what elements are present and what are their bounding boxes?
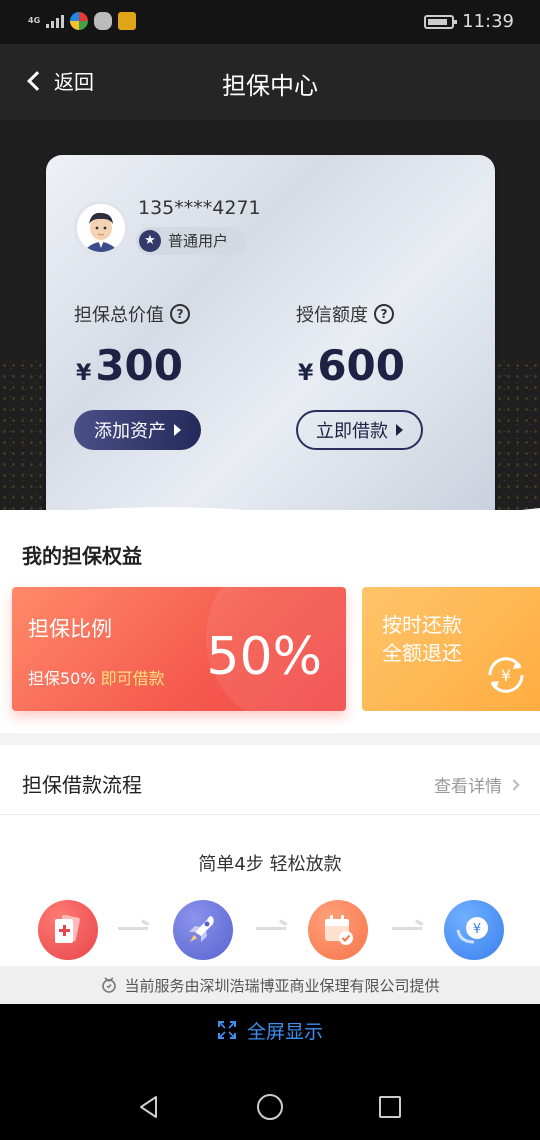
sim-card-icon xyxy=(118,12,137,30)
ratio-value: 50% xyxy=(206,627,322,687)
yen-coin-icon: ¥ xyxy=(444,900,504,960)
app-notification-icon xyxy=(70,12,89,30)
add-asset-button[interactable]: 添加资产 xyxy=(74,410,201,450)
guarantee-ratio-card[interactable]: 担保比例 担保50% 即可借款 50% xyxy=(12,587,346,711)
system-nav-bar xyxy=(0,1056,540,1140)
nav-back-icon[interactable] xyxy=(136,1094,162,1120)
expand-icon xyxy=(217,1021,236,1039)
guarantee-value-number: 300 xyxy=(95,341,183,390)
clock: 11:39 xyxy=(462,11,514,32)
status-right: 11:39 xyxy=(424,11,514,32)
caret-right-icon xyxy=(396,424,403,436)
yen-refund-icon: ¥ xyxy=(488,657,524,693)
guarantee-value-label-text: 担保总价值 xyxy=(74,305,164,326)
borrow-now-button[interactable]: 立即借款 xyxy=(296,410,423,450)
repay-line1: 按时还款 xyxy=(382,613,462,637)
credit-limit-label: 授信额度 ? xyxy=(296,301,394,327)
nav-recent-icon[interactable] xyxy=(379,1096,401,1118)
user-phone: 135****4271 xyxy=(138,197,261,219)
guarantee-value-label: 担保总价值 ? xyxy=(74,301,190,327)
arrow-right-icon xyxy=(392,927,422,930)
user-level-label: 普通用户 xyxy=(168,232,229,250)
borrow-now-label: 立即借款 xyxy=(316,421,388,442)
divider xyxy=(0,814,540,815)
user-level-badge: ★ 普通用户 xyxy=(136,227,247,255)
repay-line2: 全额退还 xyxy=(382,641,462,665)
svg-text:¥: ¥ xyxy=(501,666,511,685)
nav-home-icon[interactable] xyxy=(257,1094,283,1120)
add-asset-label: 添加资产 xyxy=(94,421,166,442)
ratio-sub-highlight: 即可借款 xyxy=(100,669,165,688)
help-icon[interactable]: ? xyxy=(170,304,190,324)
status-left: 4G xyxy=(28,12,137,30)
rocket-icon xyxy=(173,900,233,960)
wechat-icon xyxy=(94,12,113,30)
section-divider xyxy=(0,733,540,745)
star-icon: ★ xyxy=(139,230,161,252)
user-avatar-icon xyxy=(77,204,125,252)
content-area: 我的担保权益 担保比例 担保50% 即可借款 50% 按时还款 全额退还 ¥ 担… xyxy=(0,510,540,1004)
status-bar: 4G 11:39 xyxy=(0,0,540,44)
app-header: 返回 担保中心 xyxy=(0,44,540,120)
help-icon[interactable]: ? xyxy=(374,304,394,324)
flow-title: 担保借款流程 xyxy=(22,773,142,797)
steps-caption: 简单4步 轻松放款 xyxy=(198,854,342,875)
provider-text: 当前服务由深圳浩瑞博亚商业保理有限公司提供 xyxy=(124,976,440,995)
view-details-label: 查看详情 xyxy=(434,777,502,797)
view-details-link[interactable]: 查看详情 xyxy=(434,772,520,797)
battery-icon xyxy=(424,14,458,29)
arrow-right-icon xyxy=(118,927,148,930)
credit-limit-label-text: 授信额度 xyxy=(296,305,368,326)
caret-right-icon xyxy=(174,424,181,436)
guarantee-card: 135****4271 ★ 普通用户 担保总价值 ? ¥300 授信额度 ? ¥… xyxy=(46,155,495,525)
arrow-right-icon xyxy=(256,927,286,930)
medal-icon xyxy=(102,977,117,993)
credit-limit-number: 600 xyxy=(317,341,405,390)
signal-icon xyxy=(46,14,65,28)
provider-notice: 当前服务由深圳浩瑞博亚商业保理有限公司提供 xyxy=(0,966,540,1004)
ratio-sub-prefix: 担保50% xyxy=(28,669,96,688)
ratio-title: 担保比例 xyxy=(28,617,112,641)
currency-symbol: ¥ xyxy=(298,361,314,386)
currency-symbol: ¥ xyxy=(76,361,92,386)
chevron-right-icon xyxy=(508,778,520,791)
svg-text:¥: ¥ xyxy=(473,922,481,937)
page-title: 担保中心 xyxy=(222,72,318,100)
guarantee-value: ¥300 xyxy=(76,341,183,390)
network-type: 4G xyxy=(28,16,41,25)
card-plus-icon xyxy=(38,900,98,960)
ratio-subtitle: 担保50% 即可借款 xyxy=(28,665,165,689)
benefits-title: 我的担保权益 xyxy=(22,544,142,568)
on-time-repay-card[interactable]: 按时还款 全额退还 ¥ xyxy=(362,587,540,711)
calendar-check-icon xyxy=(308,900,368,960)
fullscreen-label: 全屏显示 xyxy=(246,1020,323,1043)
avatar xyxy=(74,201,128,255)
fullscreen-button[interactable]: 全屏显示 xyxy=(0,1004,540,1056)
credit-limit-value: ¥600 xyxy=(298,341,405,390)
